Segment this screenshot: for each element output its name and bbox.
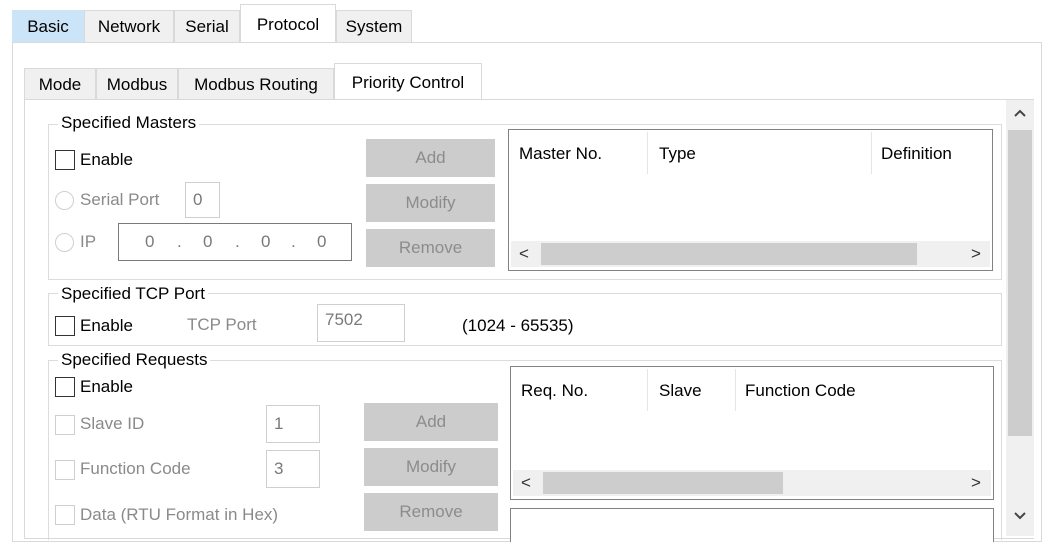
- data-hex-field[interactable]: [510, 508, 994, 542]
- masters-col-definition[interactable]: Definition: [881, 132, 952, 176]
- scroll-right-icon[interactable]: >: [971, 473, 981, 493]
- masters-col-definition-label: Definition: [881, 144, 952, 163]
- requests-hscroll-thumb[interactable]: [543, 472, 783, 494]
- tcp-port-value: 7502: [325, 310, 363, 329]
- requests-modify-label: Modify: [405, 457, 457, 476]
- serial-port-label: Serial Port: [80, 190, 160, 209]
- scroll-left-icon[interactable]: <: [519, 244, 529, 264]
- tab-basic-label: Basic: [27, 17, 69, 36]
- requests-col-divider: [735, 369, 736, 411]
- tab-modbus-routing-label: Modbus Routing: [194, 74, 318, 94]
- serial-port-field[interactable]: 0: [185, 182, 220, 218]
- tcp-port-range: (1024 - 65535): [462, 316, 574, 335]
- slave-id-checkbox[interactable]: [55, 415, 75, 435]
- masters-modify-label: Modify: [405, 193, 456, 212]
- tcp-enable-label: Enable: [80, 316, 133, 335]
- requests-remove-label: Remove: [399, 502, 463, 521]
- masters-col-master-no[interactable]: Master No.: [519, 132, 602, 176]
- tab-priority-control-label: Priority Control: [351, 72, 465, 92]
- tab-system-label: System: [345, 17, 403, 36]
- masters-col-type-label: Type: [659, 144, 696, 163]
- scroll-right-icon[interactable]: >: [971, 244, 981, 264]
- data-rtu-label: Data (RTU Format in Hex): [80, 505, 279, 524]
- masters-remove-button[interactable]: Remove: [366, 229, 495, 267]
- requests-col-req-no[interactable]: Req. No.: [521, 369, 588, 413]
- specified-masters-title: Specified Masters: [58, 113, 200, 133]
- ip-octet-4: 0: [317, 232, 327, 251]
- tab-modbus-label: Modbus: [106, 74, 168, 94]
- masters-col-divider: [871, 132, 872, 174]
- tab-modbus-routing[interactable]: Modbus Routing: [178, 68, 334, 100]
- requests-col-req-no-label: Req. No.: [521, 381, 589, 400]
- scroll-left-icon[interactable]: <: [521, 473, 531, 493]
- vertical-scroll-thumb[interactable]: [1008, 130, 1032, 436]
- tab-modbus[interactable]: Modbus: [96, 68, 178, 100]
- requests-col-slave[interactable]: Slave: [659, 369, 702, 413]
- ip-address-field[interactable]: 0 . 0 . 0 . 0: [118, 223, 352, 261]
- ip-octet-3: 0: [261, 232, 271, 251]
- requests-col-function-code-label: Function Code: [745, 381, 856, 400]
- function-code-label: Function Code: [80, 459, 191, 478]
- requests-remove-button[interactable]: Remove: [364, 493, 498, 531]
- tab-serial[interactable]: Serial: [174, 10, 240, 43]
- tab-mode[interactable]: Mode: [24, 68, 96, 100]
- requests-add-button[interactable]: Add: [364, 403, 498, 441]
- requests-enable-checkbox[interactable]: [55, 377, 75, 397]
- ip-dot-1: .: [177, 232, 182, 251]
- requests-enable-label: Enable: [80, 377, 133, 396]
- tab-network[interactable]: Network: [84, 10, 174, 43]
- masters-enable-label: Enable: [80, 150, 133, 169]
- serial-port-value: 0: [193, 190, 203, 209]
- masters-add-label: Add: [415, 148, 446, 167]
- function-code-checkbox[interactable]: [55, 460, 75, 480]
- slave-id-field[interactable]: 1: [266, 405, 320, 443]
- tab-basic[interactable]: Basic: [12, 10, 84, 43]
- ip-radio[interactable]: [55, 233, 74, 252]
- specified-tcp-port-title: Specified TCP Port: [58, 284, 208, 304]
- requests-list[interactable]: Req. No. Slave Function Code < >: [510, 366, 994, 500]
- requests-col-function-code[interactable]: Function Code: [745, 369, 856, 413]
- specified-requests-title: Specified Requests: [58, 350, 211, 370]
- slave-id-label: Slave ID: [80, 414, 145, 433]
- masters-col-divider: [647, 132, 648, 174]
- tab-serial-label: Serial: [185, 17, 229, 36]
- requests-col-slave-label: Slave: [659, 381, 702, 400]
- ip-octet-1: 0: [145, 232, 155, 251]
- requests-modify-button[interactable]: Modify: [364, 448, 498, 486]
- masters-hscrollbar[interactable]: < >: [511, 241, 990, 267]
- ip-label: IP: [80, 232, 97, 251]
- tcp-enable-checkbox[interactable]: [55, 316, 75, 336]
- ip-octet-2: 0: [203, 232, 213, 251]
- data-rtu-checkbox[interactable]: [55, 505, 75, 525]
- serial-port-radio[interactable]: [55, 191, 74, 210]
- masters-enable-checkbox[interactable]: [55, 150, 75, 170]
- tab-priority-control[interactable]: Priority Control: [334, 63, 482, 101]
- tab-mode-label: Mode: [38, 74, 82, 94]
- slave-id-value: 1: [274, 414, 284, 433]
- requests-col-divider: [647, 369, 648, 411]
- tab-network-label: Network: [97, 17, 161, 36]
- ip-dot-2: .: [235, 232, 240, 251]
- masters-list[interactable]: Master No. Type Definition < >: [508, 129, 993, 271]
- masters-remove-label: Remove: [398, 238, 463, 257]
- masters-add-button[interactable]: Add: [366, 139, 495, 177]
- masters-hscroll-thumb[interactable]: [541, 243, 917, 265]
- tab-system[interactable]: System: [336, 10, 412, 43]
- tcp-port-field[interactable]: 7502: [317, 304, 405, 342]
- function-code-value: 3: [274, 459, 284, 478]
- masters-col-type[interactable]: Type: [659, 132, 696, 176]
- scroll-up-icon[interactable]: [1013, 108, 1027, 118]
- tcp-port-label: TCP Port: [187, 315, 257, 334]
- function-code-field[interactable]: 3: [266, 450, 320, 488]
- tab-protocol[interactable]: Protocol: [240, 4, 336, 44]
- masters-col-master-no-label: Master No.: [519, 144, 603, 163]
- ip-dot-3: .: [291, 232, 296, 251]
- scroll-down-icon[interactable]: [1013, 511, 1027, 521]
- tab-protocol-label: Protocol: [256, 14, 320, 34]
- masters-modify-button[interactable]: Modify: [366, 184, 495, 222]
- requests-add-label: Add: [415, 412, 447, 431]
- requests-hscrollbar[interactable]: < >: [513, 470, 991, 496]
